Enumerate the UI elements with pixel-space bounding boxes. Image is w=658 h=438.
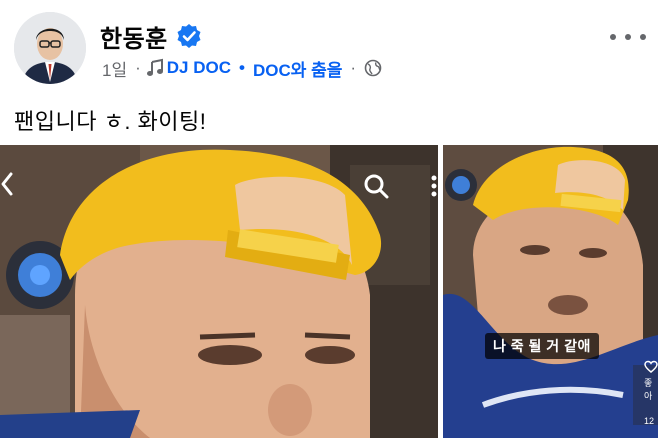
- author-name[interactable]: 한동훈: [100, 19, 168, 54]
- like-label: 좋아: [644, 378, 653, 401]
- music-note-icon: [146, 58, 163, 76]
- more-dot: [610, 34, 616, 40]
- more-options-button[interactable]: [610, 22, 646, 52]
- separator: ·: [350, 58, 357, 77]
- author-avatar[interactable]: [14, 12, 86, 84]
- post-meta: 1일 · DJ DOC • DOC와 춤을 ·: [102, 56, 382, 80]
- kebab-icon[interactable]: [430, 174, 438, 198]
- more-dot: [640, 34, 646, 40]
- more-dot: [625, 34, 631, 40]
- video-thumbnail-secondary[interactable]: [443, 145, 658, 438]
- heart-icon[interactable]: [644, 360, 658, 374]
- separator: •: [239, 58, 245, 77]
- globe-icon[interactable]: [364, 59, 382, 77]
- author-row: 한동훈: [100, 19, 202, 54]
- post-header: 한동훈 1일 · DJ DOC • DOC와 춤을 ·: [0, 0, 658, 96]
- search-icon[interactable]: [362, 172, 390, 200]
- avatar-photo: [14, 12, 86, 84]
- chevron-left-icon[interactable]: [0, 170, 16, 198]
- separator: ·: [135, 58, 141, 77]
- video-frame-secondary: [443, 145, 658, 438]
- verified-badge-icon: [177, 24, 201, 48]
- song-title-link[interactable]: DOC와 춤을: [253, 56, 342, 81]
- post-text: 팬입니다 ㅎ. 화이팅!: [14, 109, 207, 134]
- song-artist-link[interactable]: DJ DOC: [167, 58, 231, 78]
- video-caption: 나 죽 될 거 같애: [485, 333, 599, 359]
- like-count: 12: [644, 416, 655, 426]
- post-time[interactable]: 1일: [102, 56, 127, 81]
